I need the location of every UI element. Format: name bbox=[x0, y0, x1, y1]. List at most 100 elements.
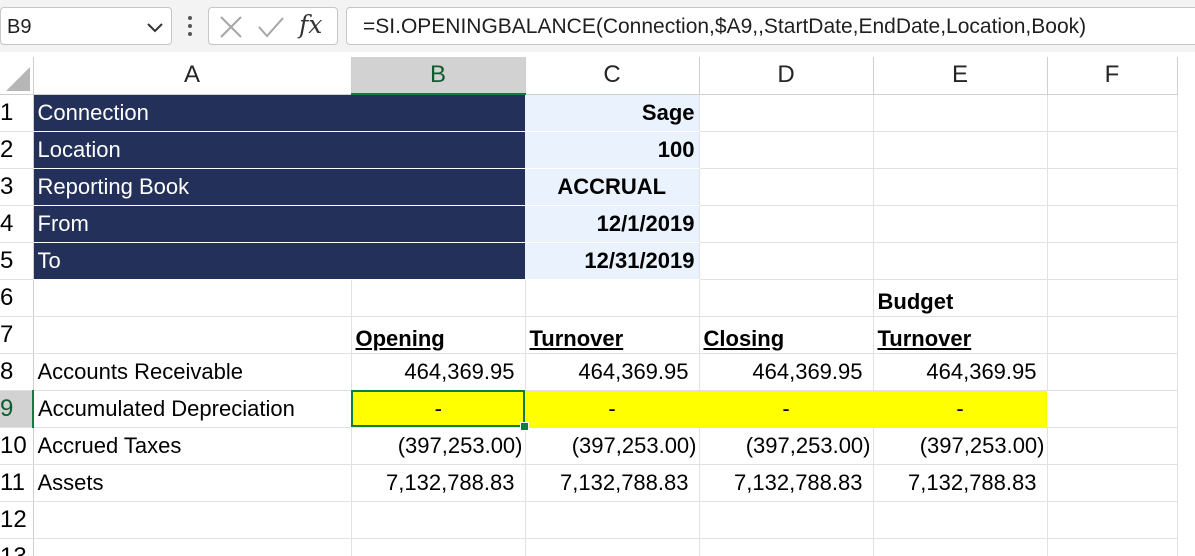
select-all-corner[interactable] bbox=[0, 57, 34, 95]
cell[interactable] bbox=[873, 538, 1048, 556]
cell[interactable] bbox=[1047, 501, 1178, 539]
cell[interactable] bbox=[351, 501, 526, 539]
cell[interactable] bbox=[699, 538, 874, 556]
opening-value[interactable]: 464,369.95 bbox=[351, 353, 526, 391]
row-header[interactable]: 3 bbox=[0, 168, 34, 206]
cell[interactable] bbox=[699, 501, 874, 539]
column-header-e[interactable]: E bbox=[873, 57, 1048, 95]
cell[interactable] bbox=[33, 501, 352, 539]
row-header[interactable]: 12 bbox=[0, 501, 34, 539]
param-label-to[interactable]: To bbox=[33, 242, 525, 280]
cell[interactable] bbox=[1047, 168, 1178, 206]
opening-value[interactable]: (397,253.00) bbox=[351, 427, 526, 465]
cell[interactable] bbox=[873, 205, 1048, 243]
row-header[interactable]: 5 bbox=[0, 242, 34, 280]
budget-value[interactable]: 464,369.95 bbox=[873, 353, 1048, 391]
row-header[interactable]: 7 bbox=[0, 316, 34, 354]
header-budget-turnover[interactable]: Turnover bbox=[873, 316, 1048, 354]
header-turnover[interactable]: Turnover bbox=[525, 316, 700, 354]
closing-value[interactable]: - bbox=[699, 390, 873, 428]
active-cell-b9[interactable]: - bbox=[351, 390, 529, 431]
row-header-selected[interactable]: 9 bbox=[0, 390, 34, 428]
column-header-a[interactable]: A bbox=[33, 57, 352, 95]
cell[interactable] bbox=[351, 279, 526, 317]
cell[interactable] bbox=[1047, 353, 1178, 391]
cell[interactable] bbox=[33, 279, 352, 317]
row-header[interactable]: 13 bbox=[0, 538, 34, 556]
row-header[interactable]: 1 bbox=[0, 94, 34, 132]
cell[interactable] bbox=[699, 279, 874, 317]
cell[interactable] bbox=[525, 279, 700, 317]
cell[interactable] bbox=[1047, 131, 1178, 169]
param-value-location[interactable]: 100 bbox=[525, 131, 700, 169]
cell[interactable] bbox=[1047, 390, 1178, 428]
closing-value[interactable]: 7,132,788.83 bbox=[699, 464, 874, 502]
param-value-reporting-book[interactable]: ACCRUAL bbox=[525, 168, 700, 206]
cell[interactable] bbox=[699, 94, 874, 132]
cell[interactable] bbox=[1047, 242, 1178, 280]
row-header[interactable]: 11 bbox=[0, 464, 34, 502]
param-value-to[interactable]: 12/31/2019 bbox=[525, 242, 700, 280]
param-label-reporting-book[interactable]: Reporting Book bbox=[33, 168, 525, 206]
account-name[interactable]: Assets bbox=[33, 464, 352, 502]
header-opening[interactable]: Opening bbox=[351, 316, 526, 354]
column-header-c[interactable]: C bbox=[525, 57, 700, 95]
row-header[interactable]: 2 bbox=[0, 131, 34, 169]
cell[interactable] bbox=[525, 501, 700, 539]
formula-input[interactable]: =SI.OPENINGBALANCE(Connection,$A9,,Start… bbox=[346, 7, 1195, 45]
check-icon[interactable] bbox=[257, 15, 285, 44]
cell[interactable] bbox=[33, 316, 352, 354]
turnover-value[interactable]: 7,132,788.83 bbox=[525, 464, 700, 502]
budget-value[interactable]: 7,132,788.83 bbox=[873, 464, 1048, 502]
param-value-connection[interactable]: Sage bbox=[525, 94, 700, 132]
name-box[interactable]: B9 bbox=[0, 7, 172, 45]
closing-value[interactable]: (397,253.00) bbox=[699, 427, 874, 465]
account-name[interactable]: Accounts Receivable bbox=[33, 353, 352, 391]
row-header[interactable]: 6 bbox=[0, 279, 34, 317]
param-value-from[interactable]: 12/1/2019 bbox=[525, 205, 700, 243]
cell[interactable] bbox=[1047, 316, 1178, 354]
turnover-value[interactable]: - bbox=[525, 390, 699, 428]
header-closing[interactable]: Closing bbox=[699, 316, 874, 354]
closing-value[interactable]: 464,369.95 bbox=[699, 353, 874, 391]
cell[interactable] bbox=[1047, 538, 1178, 556]
cell[interactable] bbox=[873, 131, 1048, 169]
cell[interactable] bbox=[699, 205, 874, 243]
row-header[interactable]: 8 bbox=[0, 353, 34, 391]
param-label-from[interactable]: From bbox=[33, 205, 525, 243]
cell[interactable] bbox=[1047, 94, 1178, 132]
cell[interactable] bbox=[873, 94, 1048, 132]
insert-function-button[interactable]: fx bbox=[299, 10, 322, 39]
cell[interactable] bbox=[1047, 205, 1178, 243]
cell[interactable] bbox=[873, 501, 1048, 539]
cell[interactable] bbox=[699, 131, 874, 169]
turnover-value[interactable]: 464,369.95 bbox=[525, 353, 700, 391]
more-options-icon[interactable] bbox=[183, 13, 197, 39]
cell[interactable] bbox=[873, 168, 1048, 206]
cell[interactable] bbox=[1047, 427, 1178, 465]
cell[interactable] bbox=[1047, 464, 1178, 502]
cell[interactable] bbox=[873, 242, 1048, 280]
budget-value[interactable]: (397,253.00) bbox=[873, 427, 1048, 465]
turnover-value[interactable]: (397,253.00) bbox=[525, 427, 700, 465]
header-budget[interactable]: Budget bbox=[873, 279, 1048, 317]
row-header[interactable]: 4 bbox=[0, 205, 34, 243]
cell[interactable] bbox=[699, 242, 874, 280]
cancel-icon[interactable] bbox=[219, 15, 243, 44]
column-header-f[interactable]: F bbox=[1047, 57, 1178, 95]
column-header-b[interactable]: B bbox=[351, 57, 526, 95]
param-label-location[interactable]: Location bbox=[33, 131, 525, 169]
column-header-d[interactable]: D bbox=[699, 57, 874, 95]
row-header[interactable]: 10 bbox=[0, 427, 34, 465]
cell[interactable] bbox=[33, 538, 352, 556]
cell[interactable] bbox=[1047, 279, 1178, 317]
chevron-down-icon[interactable] bbox=[145, 17, 165, 42]
cell[interactable] bbox=[351, 538, 526, 556]
param-label-connection[interactable]: Connection bbox=[33, 94, 525, 132]
cell[interactable] bbox=[525, 538, 700, 556]
opening-value[interactable]: 7,132,788.83 bbox=[351, 464, 526, 502]
account-name[interactable]: Accrued Taxes bbox=[33, 427, 352, 465]
cell[interactable] bbox=[699, 168, 874, 206]
fill-handle[interactable] bbox=[520, 421, 529, 431]
budget-value[interactable]: - bbox=[873, 390, 1047, 428]
